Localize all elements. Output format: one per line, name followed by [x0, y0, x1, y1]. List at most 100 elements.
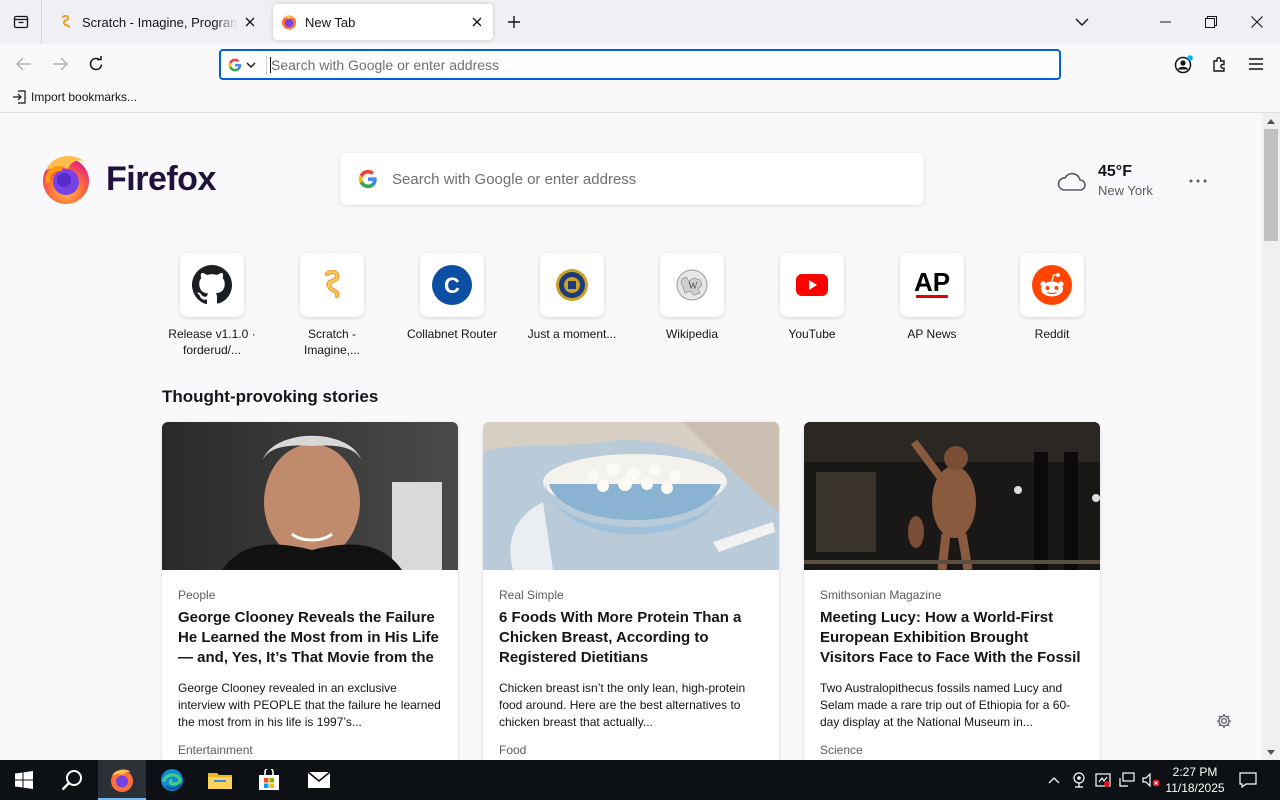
extensions-button[interactable] — [1206, 50, 1234, 78]
taskbar-firefox[interactable] — [98, 760, 146, 800]
story-headline: 6 Foods With More Protein Than a Chicken… — [499, 609, 742, 666]
taskbar-mail[interactable] — [295, 760, 343, 800]
close-icon — [1251, 16, 1263, 28]
start-button[interactable] — [0, 760, 48, 800]
github-icon — [180, 253, 244, 317]
close-tab-icon[interactable] — [238, 10, 262, 34]
shortcut-tile[interactable]: YouTube — [762, 253, 862, 342]
tab-new-tab[interactable]: New Tab — [273, 4, 493, 40]
taskbar-search-button[interactable] — [48, 760, 96, 800]
firefox-icon — [111, 769, 133, 792]
shortcut-tile[interactable]: AP AP News — [882, 253, 982, 342]
shortcut-label: Collabnet Router — [406, 327, 498, 341]
close-tab-icon[interactable] — [465, 10, 489, 34]
reload-button[interactable] — [82, 50, 110, 78]
tray-volume[interactable] — [1140, 760, 1162, 800]
chevron-down-icon — [246, 62, 256, 68]
forward-button[interactable] — [46, 50, 74, 78]
story-headline: George Clooney Reveals the Failure He Le… — [178, 609, 439, 666]
shortcut-tile[interactable]: Release v1.1.0 · forderud/... — [162, 253, 262, 358]
firefox-view-button[interactable] — [0, 0, 42, 44]
taskbar-file-explorer[interactable] — [196, 760, 244, 800]
speaker-muted-icon — [1142, 773, 1160, 787]
taskbar-store[interactable] — [245, 760, 293, 800]
minimize-button[interactable] — [1142, 0, 1188, 44]
taskbar-clock[interactable]: 2:27 PM 11/18/2025 — [1160, 764, 1230, 796]
more-dots-icon — [1189, 179, 1207, 183]
import-bookmarks-label: Import bookmarks... — [31, 90, 138, 104]
scroll-thumb[interactable] — [1264, 129, 1278, 241]
svg-text:AP: AP — [914, 267, 950, 297]
puzzle-piece-icon — [1213, 57, 1225, 72]
address-input[interactable] — [271, 56, 1059, 73]
show-hidden-icons-button[interactable] — [1044, 760, 1064, 800]
list-all-tabs-button[interactable] — [1070, 10, 1094, 34]
tab-scratch[interactable]: Scratch - Imagine, Program, Share — [50, 4, 266, 40]
shortcut-label: Wikipedia — [665, 327, 719, 341]
notification-icon — [1239, 772, 1257, 788]
firefox-view-icon — [13, 15, 28, 29]
account-button[interactable] — [1170, 50, 1198, 78]
tray-network[interactable] — [1116, 760, 1138, 800]
weather-temperature: 45°F — [1098, 163, 1132, 180]
address-bar[interactable] — [219, 49, 1061, 80]
clock-date: 11/18/2025 — [1165, 781, 1225, 795]
weather-widget[interactable]: 45°F New York — [1056, 163, 1153, 198]
story-topic: Science — [820, 743, 863, 757]
shortcut-tile[interactable]: Scratch - Imagine,... — [282, 253, 382, 358]
plus-icon — [508, 16, 520, 28]
page-scrollbar[interactable] — [1262, 113, 1280, 760]
scratch-icon — [300, 253, 364, 317]
shortcut-tile[interactable]: Just a moment... — [522, 253, 622, 342]
bookmarks-toolbar: Import bookmarks... — [0, 84, 1280, 113]
divider — [266, 54, 267, 75]
weather-menu-button[interactable] — [1186, 171, 1210, 191]
story-excerpt: George Clooney revealed in an exclusive … — [178, 681, 441, 729]
tray-webcam[interactable] — [1068, 760, 1090, 800]
shortcut-label: Just a moment... — [527, 327, 617, 341]
edge-icon — [161, 769, 183, 791]
shortcut-tile[interactable]: Reddit — [1002, 253, 1102, 342]
story-excerpt: Two Australopithecus fossils named Lucy … — [820, 681, 1071, 729]
shortcut-label: Scratch - Imagine,... — [303, 327, 361, 357]
import-icon — [13, 90, 26, 104]
clock-time: 2:27 PM — [1172, 765, 1218, 779]
back-button[interactable] — [10, 50, 38, 78]
story-card[interactable]: People George Clooney Reveals the Failur… — [162, 422, 458, 760]
search-engine-selector[interactable] — [221, 51, 266, 78]
scroll-up-arrow-icon[interactable] — [1262, 113, 1280, 129]
taskbar-edge[interactable] — [148, 760, 196, 800]
story-card[interactable]: Real Simple 6 Foods With More Protein Th… — [483, 422, 779, 760]
story-card[interactable]: Smithsonian Magazine Meeting Lucy: How a… — [804, 422, 1100, 760]
nav-bar — [0, 44, 1280, 84]
story-topic: Food — [499, 743, 527, 757]
app-menu-button[interactable] — [1242, 50, 1270, 78]
chevron-up-icon — [1048, 776, 1060, 783]
firefox-logo-icon — [43, 156, 89, 204]
scroll-down-arrow-icon[interactable] — [1262, 744, 1280, 760]
windows-taskbar: 2:27 PM 11/18/2025 — [0, 760, 1280, 800]
import-bookmarks-button[interactable]: Import bookmarks... — [12, 90, 137, 104]
camera-icon — [1073, 772, 1085, 788]
ap-icon: AP — [900, 253, 964, 317]
back-arrow-icon — [16, 57, 31, 71]
tray-app-icon — [1095, 773, 1111, 787]
action-center-button[interactable] — [1234, 760, 1262, 800]
new-tab-button[interactable] — [502, 10, 526, 34]
story-source: Real Simple — [499, 588, 564, 602]
story-source: People — [178, 588, 216, 602]
close-window-button[interactable] — [1234, 0, 1280, 44]
tray-app[interactable] — [1092, 760, 1114, 800]
firefox-wordmark: Firefox — [106, 159, 216, 198]
story-image — [162, 422, 458, 570]
newtab-search-box[interactable]: Search with Google or enter address — [340, 153, 924, 205]
shortcut-tile[interactable]: W Wikipedia — [642, 253, 742, 342]
restore-button[interactable] — [1188, 0, 1234, 44]
customize-button[interactable] — [1214, 711, 1234, 731]
reload-icon — [89, 56, 103, 71]
tab-title: Scratch - Imagine, Program, Share — [82, 14, 238, 30]
firefox-favicon-icon — [281, 14, 297, 30]
shortcut-tile[interactable]: C Collabnet Router — [402, 253, 502, 342]
svg-text:W: W — [688, 281, 698, 292]
minimize-icon — [1159, 21, 1171, 23]
